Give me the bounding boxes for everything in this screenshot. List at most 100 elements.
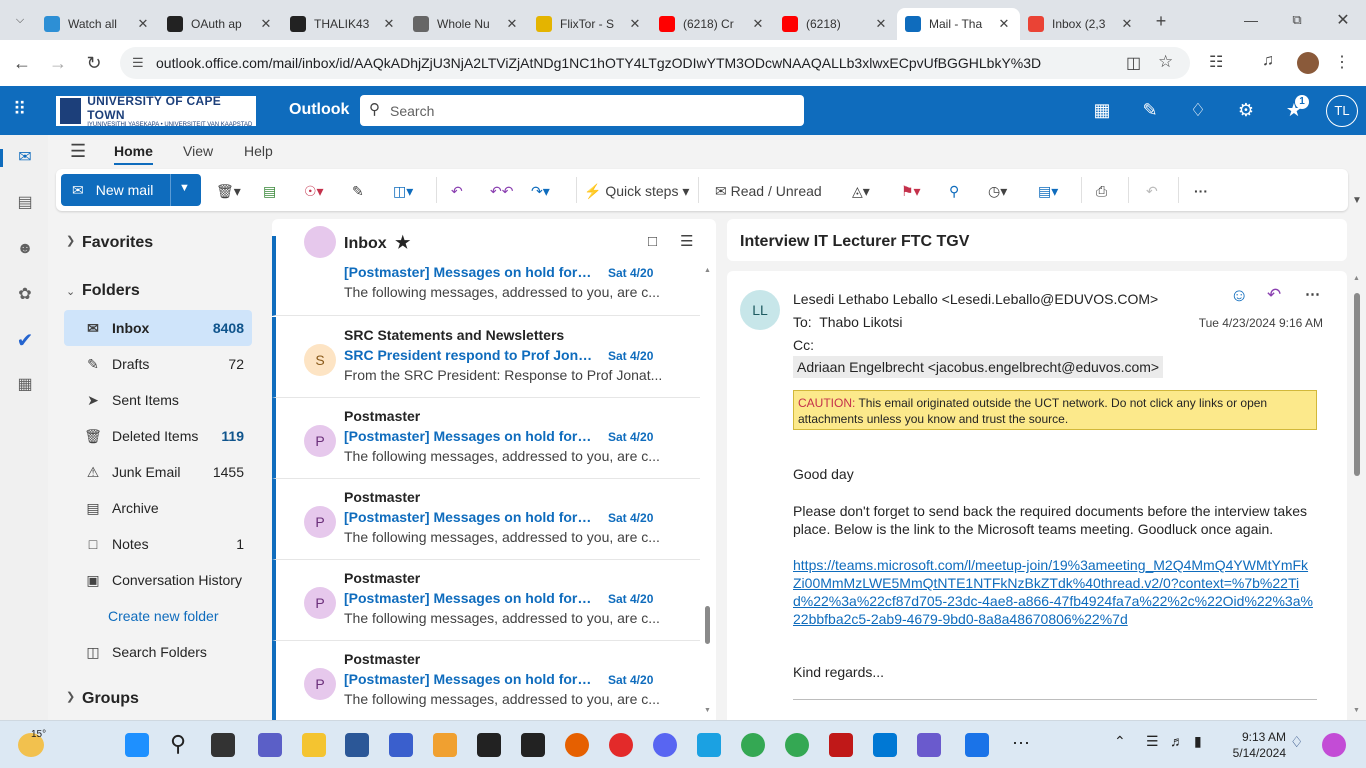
store-icon[interactable] [345,733,369,757]
scroll-down-icon[interactable]: ▼ [1353,707,1360,714]
flag-icon[interactable]: ⚑▾ [901,181,921,201]
scroll-up-icon[interactable]: ▲ [1353,275,1360,282]
browser-tab[interactable]: OAuth ap ✕ [159,8,282,40]
chrome-icon[interactable] [741,733,765,757]
list-item[interactable]: P Postmaster [Postmaster] Messages on hold… [272,479,700,560]
close-tab-icon[interactable]: ✕ [627,16,643,32]
snooze-icon[interactable]: ◷▾ [988,181,1007,201]
mcafee-icon[interactable] [829,733,853,757]
close-tab-icon[interactable]: ✕ [873,16,889,32]
app-icon[interactable] [389,733,413,757]
sender-avatar[interactable]: LL [740,290,780,330]
folder-item-conversation-history[interactable]: ▣ Conversation History [64,562,252,598]
profile-avatar[interactable] [1297,52,1319,74]
browser-tab[interactable]: Whole Nu ✕ [405,8,528,40]
opera-icon[interactable] [609,733,633,757]
back-icon[interactable]: ← [8,49,36,77]
chrome-icon[interactable] [785,733,809,757]
list-scrollbar[interactable]: ▲ ▼ [704,263,712,720]
ribbon-collapse-icon[interactable]: ▼ [1352,195,1362,206]
reading-scrollbar[interactable]: ▲ ▼ [1353,275,1361,720]
emoji-react-icon[interactable]: ☺ [1230,285,1248,306]
more-apps-icon[interactable]: ▦ [14,374,36,396]
close-tab-icon[interactable]: ✕ [1119,16,1135,32]
more-options-button[interactable]: ··· [1194,181,1208,201]
forward-icon[interactable]: ↷▾ [531,181,550,201]
archive-icon[interactable]: ▤ [263,181,276,201]
close-tab-icon[interactable]: ✕ [258,16,274,32]
undo-icon[interactable]: ↶ [1146,181,1158,201]
to-recipient[interactable]: Thabo Likotsi [819,314,902,330]
restore-icon[interactable]: ⧉ [1274,6,1320,34]
browser-tab[interactable]: (6218) ✕ [774,8,897,40]
battery-icon[interactable]: ▮ [1194,733,1202,750]
folder-item-deleted-items[interactable]: 🗑 Deleted Items 119 [64,418,252,454]
read-unread-button[interactable]: ✉ Read / Unread [715,181,822,201]
app-icon[interactable] [965,733,989,757]
app-title[interactable]: Outlook [289,101,349,119]
close-tab-icon[interactable]: ✕ [996,16,1012,32]
teams-icon[interactable]: ▦ [1091,99,1113,121]
reload-icon[interactable]: ↻ [80,49,108,77]
scroll-up-icon[interactable]: ▲ [704,267,711,274]
search-icon[interactable]: ⚲ [170,731,186,757]
rules-icon[interactable]: ▤▾ [1038,181,1058,201]
new-tab-plus-icon[interactable]: + [1147,7,1175,35]
site-info-icon[interactable]: ☰ [132,55,144,71]
delete-icon[interactable]: 🗑▾ [216,181,241,201]
tab-home[interactable]: Home [114,143,153,159]
copilot-icon[interactable] [1322,733,1346,757]
browser-tab[interactable]: Mail - Tha ✕ [897,8,1020,40]
weather-widget[interactable]: 15° [18,729,48,759]
url-field[interactable]: ☰ outlook.office.com/mail/inbox/id/AAQkA… [120,47,1190,79]
browser-tab[interactable]: FlixTor - S ✕ [528,8,651,40]
close-tab-icon[interactable]: ✕ [750,16,766,32]
scroll-thumb[interactable] [705,606,710,644]
folder-item-inbox[interactable]: ✉ Inbox 8408 [64,310,252,346]
minimize-icon[interactable]: — [1228,6,1274,34]
wifi-icon[interactable]: ☰ [1146,733,1159,750]
list-item-partial[interactable]: [Postmaster] Messages on hold for lk... … [272,226,700,316]
pin-icon[interactable]: ⚲ [949,181,959,201]
folder-item-drafts[interactable]: ✎ Drafts 72 [64,346,252,382]
quick-steps-button[interactable]: ⚡ Quick steps ▾ [584,181,689,201]
gear-icon[interactable]: ⚙ [1235,99,1257,121]
media-control-icon[interactable]: ♫ [1262,52,1274,70]
calendar-icon[interactable]: ▤ [14,192,36,214]
task-view-icon[interactable] [211,733,235,757]
window-close-icon[interactable]: ✕ [1320,6,1366,34]
app-icon[interactable] [433,733,457,757]
folder-item-sent-items[interactable]: ➤ Sent Items [64,382,252,418]
user-avatar[interactable]: TL [1326,95,1358,127]
install-app-icon[interactable]: ◫ [1126,53,1141,73]
vscode-icon[interactable] [873,733,897,757]
sweep-icon[interactable]: ✎ [352,181,364,201]
sender-name[interactable]: Lesedi Lethabo Leballo <Lesedi.Leballo@E… [793,291,1158,307]
discord-icon[interactable] [653,733,677,757]
scroll-down-icon[interactable]: ▼ [704,707,711,714]
chevron-down-icon[interactable]: ▼ [179,182,190,194]
list-item[interactable]: P Postmaster [Postmaster] Messages on hold… [272,398,700,479]
folder-item-notes[interactable]: □ Notes 1 [64,526,252,562]
teams-app-icon[interactable] [258,733,282,757]
figma-icon[interactable] [477,733,501,757]
folder-item-archive[interactable]: ▤ Archive [64,490,252,526]
browser-menu-icon[interactable]: ⋮ [1334,52,1350,72]
favorites-section[interactable]: ❯ Favorites [56,234,153,252]
notes-icon[interactable]: ✎ [1139,99,1161,121]
people-icon[interactable]: ☻ [14,238,36,260]
bookmark-star-icon[interactable]: ☆ [1158,52,1173,72]
folders-section[interactable]: ⌄ Folders [56,282,140,300]
scroll-thumb[interactable] [1354,293,1360,476]
create-new-folder-link[interactable]: Create new folder [64,598,252,634]
overflow-icon[interactable]: ⋯ [1012,733,1030,754]
tray-chevron-icon[interactable]: ⌃ [1114,733,1126,750]
clock[interactable]: 9:13 AM 5/14/2024 [1226,729,1286,761]
todo-check-icon[interactable]: ✔ [14,330,36,352]
groups-section[interactable]: ❯ Groups [56,690,139,708]
browser-tab[interactable]: Watch all ✕ [36,8,159,40]
mail-icon[interactable]: ✉ [14,147,36,169]
reply-icon[interactable]: ↶ [1267,285,1281,305]
tag-icon[interactable]: ◬▾ [852,181,870,201]
browser-tab[interactable]: Inbox (2,3 ✕ [1020,8,1143,40]
